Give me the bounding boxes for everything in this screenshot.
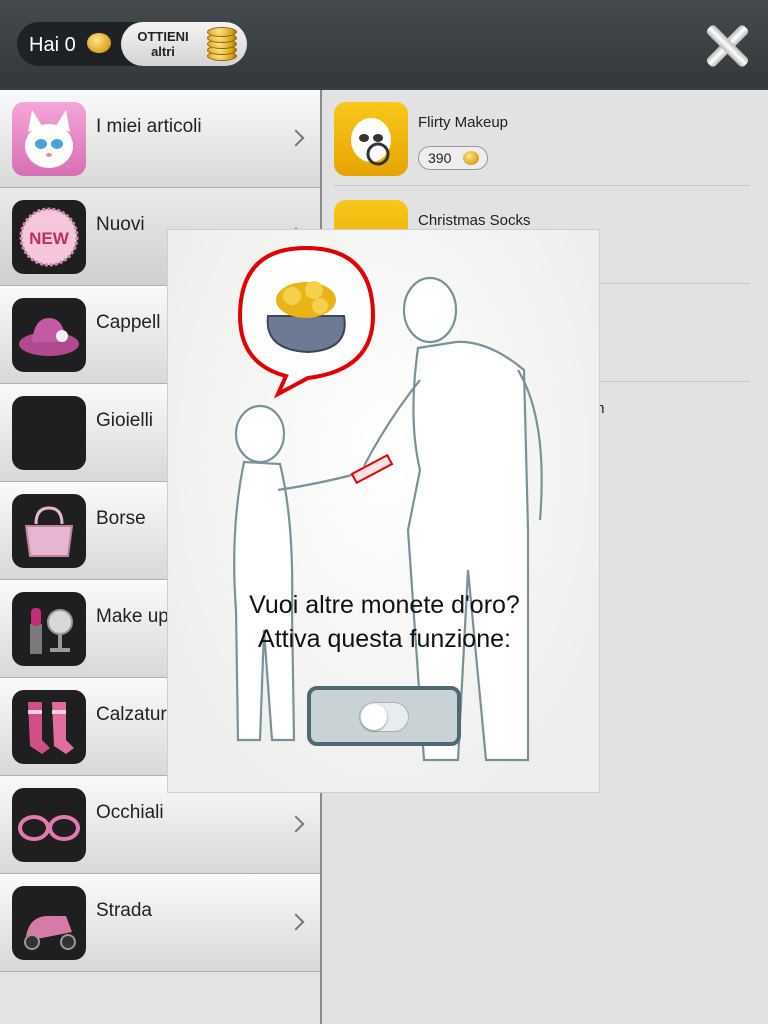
hat-icon [12,298,86,372]
gold-coin-icon [463,151,479,165]
jewelry-icon [12,396,86,470]
category-label: Occhiali [96,802,164,823]
activate-toggle[interactable] [359,702,409,732]
makeup-icon [12,592,86,666]
get-more-label-2: altri [151,44,175,59]
coin-stack-icon [207,27,237,61]
get-more-coins-button[interactable]: OTTIENI altri [121,22,247,66]
category-label: Calzatur [96,704,167,725]
category-label: Nuovi [96,214,145,235]
category-label: Cappell [96,312,161,333]
item-name: Flirty Makeup [418,114,509,131]
coin-balance: Hai 0 OTTIENI altri [17,22,247,66]
new-badge-icon: NEW [12,200,86,274]
chevron-right-icon [290,814,304,834]
category-label: I miei articoli [96,116,202,137]
category-label: Strada [96,900,152,921]
gold-coin-icon [87,33,111,53]
talking-angela-icon [12,102,86,176]
category-label: Borse [96,508,146,529]
item-flirty-makeup[interactable]: Flirty Makeup 390 [334,90,750,186]
category-my-items[interactable]: I miei articoli [0,90,320,188]
glasses-icon [12,788,86,862]
top-bar: Hai 0 OTTIENI altri [0,0,768,88]
item-name: Christmas Socks [418,212,531,229]
toggle-knob[interactable] [361,704,387,730]
category-label: Make up [96,606,169,627]
makeup-item-icon [334,102,408,176]
price-tag[interactable]: 390 [418,146,488,170]
scooter-icon [12,886,86,960]
chevron-right-icon [290,128,304,148]
socks-icon [12,690,86,764]
coin-balance-label: Hai 0 [29,34,76,56]
price-value: 390 [428,150,452,166]
category-label: Gioielli [96,410,154,431]
popup-title: Vuoi altre monete d'oro? [249,591,520,619]
get-more-label-1: OTTIENI [137,29,189,44]
close-icon[interactable] [703,22,751,70]
chevron-right-icon [290,912,304,932]
popup-subtitle: Attiva questa funzione: [258,625,511,653]
new-badge-text: NEW [29,229,70,248]
handbag-icon [12,494,86,568]
category-street[interactable]: Strada [0,874,320,972]
offer-popup: Vuoi altre monete d'oro? Attiva questa f… [167,229,600,793]
toggle-frame [307,686,461,746]
red-card-icon [350,453,394,485]
